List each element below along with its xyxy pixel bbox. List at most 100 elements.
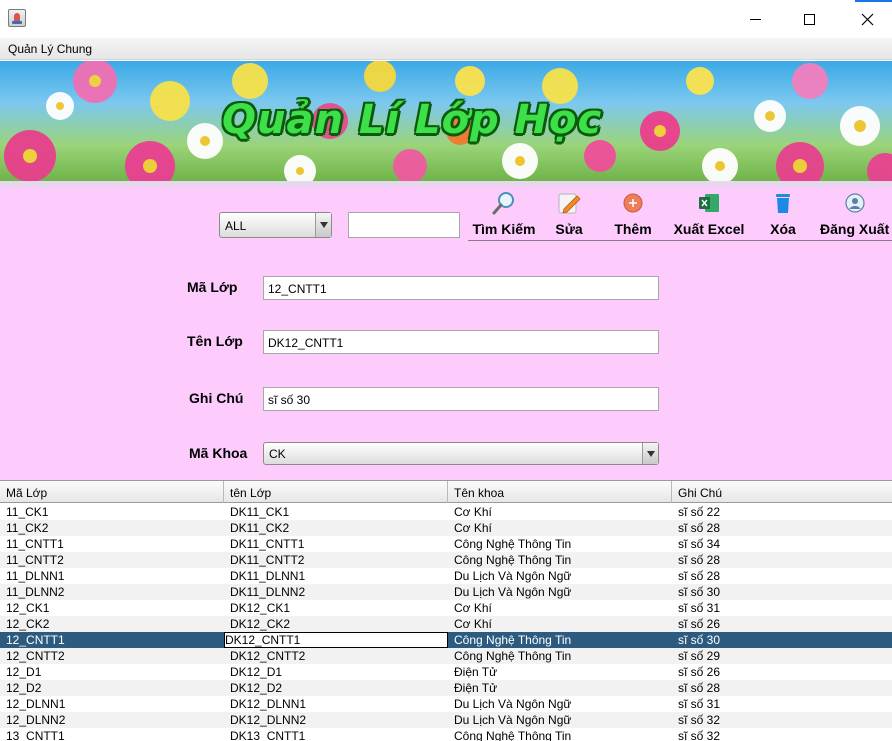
cell-class-id[interactable]: 11_DLNN1: [0, 568, 224, 584]
table-row[interactable]: 11_CK2 DK11_CK2 Cơ Khí sĩ số 28: [0, 520, 892, 536]
column-header-faculty[interactable]: Tên khoa: [448, 481, 672, 503]
cell-class-name[interactable]: DK12_D1: [224, 664, 448, 680]
cell-faculty[interactable]: Điện Tử: [448, 664, 672, 680]
export-excel-button[interactable]: Xuất Excel: [670, 190, 748, 240]
table-row[interactable]: 11_DLNN2 DK11_DLNN2 Du Lịch Và Ngôn Ngữ sĩ …: [0, 584, 892, 600]
maximize-button[interactable]: [786, 0, 832, 38]
cell-class-id[interactable]: 12_DLNN2: [0, 712, 224, 728]
cell-note[interactable]: sĩ số 28: [672, 680, 892, 696]
menu-quan-ly-chung[interactable]: Quản Lý Chung: [8, 42, 92, 56]
delete-button[interactable]: Xóa: [764, 190, 802, 240]
cell-faculty[interactable]: Cơ Khí: [448, 616, 672, 632]
cell-faculty[interactable]: Cơ Khí: [448, 504, 672, 520]
cell-class-name[interactable]: DK12_DLNN2: [224, 712, 448, 728]
table-row[interactable]: 12_CNTT2 DK12_CNTT2 Công Nghệ Thông Tin sĩ …: [0, 648, 892, 664]
cell-note[interactable]: sĩ số 28: [672, 552, 892, 568]
cell-note[interactable]: sĩ số 34: [672, 536, 892, 552]
cell-faculty[interactable]: Công Nghệ Thông Tin: [448, 552, 672, 568]
table-row[interactable]: 12_D2 DK12_D2 Điện Tử sĩ số 28: [0, 680, 892, 696]
cell-note[interactable]: sĩ số 30: [672, 632, 892, 648]
cell-faculty[interactable]: Công Nghệ Thông Tin: [448, 536, 672, 552]
cell-class-id[interactable]: 12_CK2: [0, 616, 224, 632]
cell-class-id[interactable]: 11_CK2: [0, 520, 224, 536]
cell-class-id[interactable]: 11_CNTT1: [0, 536, 224, 552]
cell-class-name[interactable]: DK11_CNTT2: [224, 552, 448, 568]
table-row[interactable]: 12_CK1 DK12_CK1 Cơ Khí sĩ số 31: [0, 600, 892, 616]
search-input[interactable]: [348, 212, 460, 238]
table-row[interactable]: 13_CNTT1 DK13_CNTT1 Công Nghệ Thông Tin sĩ …: [0, 728, 892, 741]
cell-faculty[interactable]: Điện Tử: [448, 680, 672, 696]
search-button[interactable]: Tìm Kiếm: [470, 190, 538, 240]
cell-class-name[interactable]: DK11_DLNN1: [224, 568, 448, 584]
cell-faculty[interactable]: Công Nghệ Thông Tin: [448, 648, 672, 664]
cell-class-id[interactable]: 12_DLNN1: [0, 696, 224, 712]
table-row[interactable]: 12_CNTT1 DK12_CNTT1 Công Nghệ Thông Tin sĩ …: [0, 632, 892, 648]
cell-class-id[interactable]: 11_DLNN2: [0, 584, 224, 600]
cell-faculty[interactable]: Du Lịch Và Ngôn Ngữ: [448, 584, 672, 600]
close-button[interactable]: [844, 0, 890, 38]
cell-note[interactable]: sĩ số 31: [672, 600, 892, 616]
column-header-class-name[interactable]: tên Lớp: [224, 481, 448, 503]
cell-class-id[interactable]: 11_CK1: [0, 504, 224, 520]
cell-note[interactable]: sĩ số 28: [672, 520, 892, 536]
cell-faculty[interactable]: Du Lịch Và Ngôn Ngữ: [448, 696, 672, 712]
cell-note[interactable]: sĩ số 22: [672, 504, 892, 520]
cell-class-id[interactable]: 12_CNTT1: [0, 632, 224, 648]
cell-class-name[interactable]: DK12_CK2: [224, 616, 448, 632]
cell-note[interactable]: sĩ số 32: [672, 728, 892, 741]
cell-class-name[interactable]: DK13_CNTT1: [224, 728, 448, 741]
table-row[interactable]: 12_D1 DK12_D1 Điện Tử sĩ số 26: [0, 664, 892, 680]
cell-class-id[interactable]: 12_D1: [0, 664, 224, 680]
add-circle-icon: [623, 193, 643, 213]
cell-class-name[interactable]: DK11_CNTT1: [224, 536, 448, 552]
table-row[interactable]: 12_CK2 DK12_CK2 Cơ Khí sĩ số 26: [0, 616, 892, 632]
cell-faculty[interactable]: Cơ Khí: [448, 520, 672, 536]
cell-class-name[interactable]: DK12_DLNN1: [224, 696, 448, 712]
cell-class-name[interactable]: DK12_CNTT2: [224, 648, 448, 664]
cell-class-id[interactable]: 13_CNTT1: [0, 728, 224, 741]
column-header-class-id[interactable]: Mã Lớp: [0, 481, 224, 503]
cell-note[interactable]: sĩ số 26: [672, 616, 892, 632]
cell-note[interactable]: sĩ số 28: [672, 568, 892, 584]
cell-class-id[interactable]: 12_CNTT2: [0, 648, 224, 664]
cell-class-name[interactable]: DK12_CK1: [224, 600, 448, 616]
cell-faculty[interactable]: Du Lịch Và Ngôn Ngữ: [448, 712, 672, 728]
class-name-field[interactable]: DK12_CNTT1: [263, 330, 659, 354]
cell-class-id[interactable]: 12_D2: [0, 680, 224, 696]
table-row[interactable]: 12_DLNN1 DK12_DLNN1 Du Lịch Và Ngôn Ngữ sĩ …: [0, 696, 892, 712]
cell-faculty[interactable]: Du Lịch Và Ngôn Ngữ: [448, 568, 672, 584]
logout-button[interactable]: Đăng Xuất: [818, 190, 892, 240]
table-row[interactable]: 11_CK1 DK11_CK1 Cơ Khí sĩ số 22: [0, 504, 892, 520]
minimize-button[interactable]: [732, 0, 778, 38]
note-field[interactable]: sĩ số 30: [263, 387, 659, 411]
add-button[interactable]: Thêm: [611, 190, 655, 240]
cell-note[interactable]: sĩ số 29: [672, 648, 892, 664]
table-row[interactable]: 11_DLNN1 DK11_DLNN1 Du Lịch Và Ngôn Ngữ sĩ …: [0, 568, 892, 584]
chevron-down-icon[interactable]: [642, 443, 658, 464]
cell-note[interactable]: sĩ số 26: [672, 664, 892, 680]
app-icon[interactable]: [8, 9, 26, 27]
edit-button[interactable]: Sửa: [548, 190, 590, 240]
column-header-note[interactable]: Ghi Chú: [672, 481, 892, 503]
cell-note[interactable]: sĩ số 30: [672, 584, 892, 600]
cell-class-name[interactable]: DK12_CNTT1: [224, 632, 448, 648]
cell-faculty[interactable]: Cơ Khí: [448, 600, 672, 616]
cell-class-name[interactable]: DK11_CK1: [224, 504, 448, 520]
cell-class-name[interactable]: DK12_D2: [224, 680, 448, 696]
cell-class-id[interactable]: 11_CNTT2: [0, 552, 224, 568]
faculty-combo[interactable]: CK: [263, 442, 659, 465]
cell-class-name[interactable]: DK11_CK2: [224, 520, 448, 536]
class-name-label: Tên Lớp: [187, 333, 243, 349]
table-row[interactable]: 12_DLNN2 DK12_DLNN2 Du Lịch Và Ngôn Ngữ sĩ …: [0, 712, 892, 728]
cell-note[interactable]: sĩ số 31: [672, 696, 892, 712]
chevron-down-icon[interactable]: [315, 213, 331, 237]
table-row[interactable]: 11_CNTT2 DK11_CNTT2 Công Nghệ Thông Tin sĩ …: [0, 552, 892, 568]
table-row[interactable]: 11_CNTT1 DK11_CNTT1 Công Nghệ Thông Tin sĩ …: [0, 536, 892, 552]
cell-faculty[interactable]: Công Nghệ Thông Tin: [448, 632, 672, 648]
cell-class-name[interactable]: DK11_DLNN2: [224, 584, 448, 600]
cell-class-id[interactable]: 12_CK1: [0, 600, 224, 616]
cell-note[interactable]: sĩ số 32: [672, 712, 892, 728]
filter-combo[interactable]: ALL: [219, 212, 332, 238]
class-id-field[interactable]: 12_CNTT1: [263, 276, 659, 300]
cell-faculty[interactable]: Công Nghệ Thông Tin: [448, 728, 672, 741]
